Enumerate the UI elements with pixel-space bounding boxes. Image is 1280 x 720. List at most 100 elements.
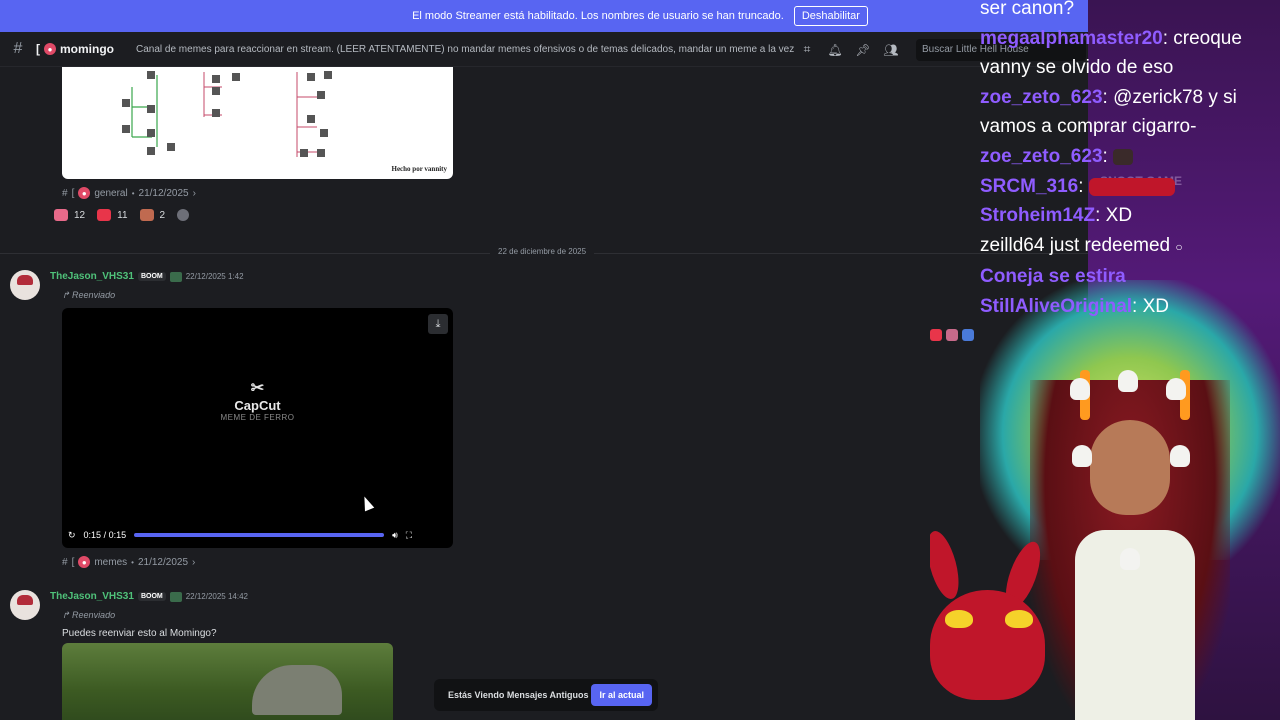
reaction-chair[interactable]: 2 <box>139 209 166 221</box>
jump-to-present-button[interactable]: Ir al actual <box>591 684 652 706</box>
separator-dot: • <box>131 188 135 198</box>
reaction-heart[interactable]: 11 <box>97 209 128 221</box>
forwarded-video-thumbnail[interactable] <box>62 643 393 720</box>
forwarded-image[interactable]: Hecho por vannity <box>62 67 453 179</box>
chat-message: ser canon? <box>980 0 1075 19</box>
reaction-skull[interactable]: 12 <box>54 209 85 221</box>
threads-icon[interactable]: ⌗ <box>800 42 814 57</box>
skull-icon <box>1166 378 1186 400</box>
channel-name: momingo <box>60 42 114 56</box>
old-messages-label: Estás Viendo Mensajes Antiguos <box>448 690 589 700</box>
channel-title: [ ● momingo <box>36 42 114 56</box>
app-window: El modo Streamer está habilitado. Los no… <box>0 0 1280 720</box>
date-divider: 22 de diciembre de 2025 <box>490 247 595 256</box>
chevron-right-icon: › <box>192 187 196 199</box>
forward-arrow-icon: ↱ <box>62 610 73 620</box>
chat-message: zoe_zeto_623: <box>980 142 1280 172</box>
header-toolbar: ⌗ 🔔︎ 📌︎ 👥︎ <box>800 32 899 67</box>
guild-tag[interactable]: BOOM <box>137 272 166 281</box>
chat-message: megaalphamaster20: creoque vanny se olvi… <box>980 27 1242 79</box>
channel-prefix: [ <box>36 42 40 56</box>
fullscreen-icon[interactable]: ⛶ <box>406 530 412 541</box>
members-icon[interactable]: 👥︎ <box>883 43 898 57</box>
video-caption: MEME DE FERRO <box>220 413 295 422</box>
chat-message: zeilld64 just redeemed ○ <box>980 234 1183 256</box>
video-frame: ✂ CapCut MEME DE FERRO <box>62 378 453 422</box>
chat-message: Coneja se estira <box>980 266 1126 288</box>
forwarded-text: Reenviado <box>72 610 116 620</box>
message-header: TheJason_VHS31 BOOM 22/12/2025 1:42 <box>50 271 244 282</box>
heart-reaction-icon <box>97 209 112 221</box>
message-content: Puedes reenviar esto al Momingo? <box>62 628 217 639</box>
video-player[interactable]: ⤓ ✂ CapCut MEME DE FERRO ↻ 0:15 / 0:15 🔊… <box>62 308 453 548</box>
avatar-face <box>1090 420 1170 515</box>
thumbnail-rock <box>252 665 342 715</box>
channel-points-icon: ○ <box>1175 239 1183 254</box>
video-brand: CapCut <box>234 398 281 413</box>
emote-icon <box>1088 177 1175 196</box>
forward-source[interactable]: # [ ● general • 21/12/2025 › <box>62 187 196 199</box>
skull-reaction-icon <box>54 209 68 221</box>
hash-icon: # <box>62 556 68 568</box>
skull-icon <box>1170 445 1190 467</box>
source-prefix: [ <box>71 556 75 568</box>
reaction-count: 2 <box>159 209 166 221</box>
reaction-count: 12 <box>74 209 86 221</box>
bunny-body <box>930 590 1045 700</box>
clan-icon <box>169 591 182 602</box>
source-channel: general <box>94 187 128 199</box>
channel-emoji-icon: ● <box>44 43 56 55</box>
jump-to-present-bar: Estás Viendo Mensajes Antiguos Ir al act… <box>434 679 658 711</box>
guild-tag[interactable]: BOOM <box>137 592 166 601</box>
chat-message: StillAliveOriginal: XD <box>980 295 1169 317</box>
source-prefix: [ <box>71 187 75 199</box>
channel-topic[interactable]: Canal de memes para reaccionar en stream… <box>136 44 796 55</box>
family-tree-image <box>122 71 332 157</box>
skull-icon <box>1070 378 1090 400</box>
disable-streamer-mode-button[interactable]: Deshabilitar <box>793 6 868 26</box>
forwarded-label: ↱ Reenviado <box>62 610 115 621</box>
skull-icon <box>1120 548 1140 570</box>
forwarded-text: Reenviado <box>72 290 116 300</box>
emote-icon <box>1113 148 1134 165</box>
bunny-mascot <box>930 527 1050 720</box>
avatar[interactable] <box>10 590 40 620</box>
video-progress-bar[interactable] <box>134 533 385 537</box>
bunny-eye <box>1005 610 1033 628</box>
video-controls: ↻ 0:15 / 0:15 🔊︎ ⛶ <box>62 522 453 548</box>
forward-source[interactable]: # [ ● memes • 21/12/2025 › <box>62 556 195 568</box>
video-time: 0:15 / 0:15 <box>83 530 127 540</box>
bell-icon[interactable]: 🔔︎ <box>827 43 842 57</box>
message-timestamp: 22/12/2025 14:42 <box>185 592 248 601</box>
author-name[interactable]: TheJason_VHS31 <box>50 271 134 282</box>
message-timestamp: 22/12/2025 1:42 <box>185 272 244 281</box>
pin-icon[interactable]: 📌︎ <box>855 43 870 57</box>
reaction-count: 11 <box>117 209 128 221</box>
source-date: 21/12/2025 <box>138 187 189 199</box>
stream-chat: ser canon? megaalphamaster20: creoque va… <box>980 0 1280 322</box>
chevron-right-icon: › <box>192 556 196 568</box>
reaction-bar: 12 11 2 <box>54 209 190 221</box>
message-header: TheJason_VHS31 BOOM 22/12/2025 14:42 <box>50 591 248 602</box>
separator-dot: • <box>131 557 134 567</box>
bunny-eye <box>945 610 973 628</box>
volume-icon[interactable]: 🔊︎ <box>392 530 398 541</box>
author-name[interactable]: TheJason_VHS31 <box>50 591 134 602</box>
chat-message: zoe_zeto_623: @zerick78 y si vamos a com… <box>980 86 1237 138</box>
add-reaction-icon[interactable] <box>177 209 190 221</box>
skull-icon <box>1072 445 1092 467</box>
capcut-logo-icon: ✂ <box>250 380 265 397</box>
bunny-ear <box>930 527 965 603</box>
image-credit: Hecho por vannity <box>391 165 448 173</box>
chat-message: Stroheim14Z: XD <box>980 205 1133 227</box>
forward-arrow-icon: ↱ <box>62 290 73 300</box>
forwarded-label: ↱ Reenviado <box>62 290 115 301</box>
chair-reaction-icon <box>139 209 154 221</box>
source-date: 21/12/2025 <box>137 556 189 568</box>
download-icon[interactable]: ⤓ <box>428 314 448 334</box>
source-channel: memes <box>94 556 128 568</box>
replay-icon[interactable]: ↻ <box>68 530 76 541</box>
avatar[interactable] <box>10 270 40 300</box>
skull-icon <box>1118 370 1138 392</box>
clan-icon <box>169 271 182 282</box>
